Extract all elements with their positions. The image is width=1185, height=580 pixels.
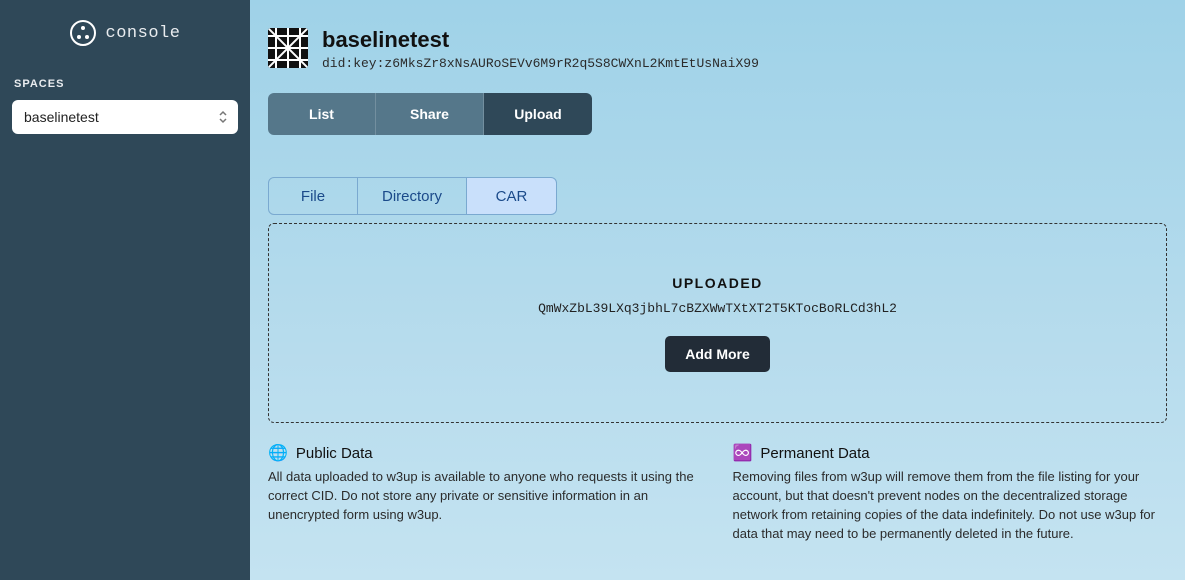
note-body: All data uploaded to w3up is available t… — [268, 468, 703, 525]
space-title: baselinetest — [322, 28, 759, 52]
sidebar-section-spaces-label: SPACES — [12, 78, 238, 90]
mode-tab-file[interactable]: File — [268, 177, 358, 215]
note-permanent-data: ♾️ Permanent Data Removing files from w3… — [733, 445, 1168, 543]
mode-tab-car[interactable]: CAR — [467, 177, 557, 215]
note-heading: 🌐 Public Data — [268, 445, 703, 462]
upload-status-label: UPLOADED — [672, 275, 763, 291]
space-did: did:key:z6MksZr8xNsAURoSEVv6M9rR2q5S8CWX… — [322, 56, 759, 71]
brand-logo-icon — [70, 20, 96, 46]
note-body: Removing files from w3up will remove the… — [733, 468, 1168, 543]
space-avatar — [268, 28, 308, 68]
mode-tab-directory[interactable]: Directory — [358, 177, 467, 215]
space-select[interactable]: baselinetest — [12, 100, 238, 134]
tab-upload[interactable]: Upload — [484, 93, 592, 135]
infinity-icon: ♾️ — [733, 446, 753, 462]
tab-share[interactable]: Share — [376, 93, 484, 135]
brand-name: console — [106, 24, 181, 43]
add-more-button[interactable]: Add More — [665, 336, 770, 372]
space-select-value: baselinetest — [24, 109, 99, 125]
note-public-data: 🌐 Public Data All data uploaded to w3up … — [268, 445, 703, 543]
sidebar: console SPACES baselinetest — [0, 0, 250, 580]
globe-icon: 🌐 — [268, 446, 288, 462]
upload-dropzone[interactable]: UPLOADED QmWxZbL39LXq3jbhL7cBZXWwTXtXT2T… — [268, 223, 1167, 423]
main-content: baselinetest did:key:z6MksZr8xNsAURoSEVv… — [250, 0, 1185, 580]
note-heading: ♾️ Permanent Data — [733, 445, 1168, 462]
brand-row: console — [12, 20, 238, 46]
upload-mode-tabs: File Directory CAR — [268, 177, 557, 215]
tab-list[interactable]: List — [268, 93, 376, 135]
uploaded-cid: QmWxZbL39LXq3jbhL7cBZXWwTXtXT2T5KTocBoRL… — [538, 301, 897, 316]
info-notes: 🌐 Public Data All data uploaded to w3up … — [268, 445, 1167, 543]
action-tabs: List Share Upload — [268, 93, 592, 135]
note-title: Permanent Data — [760, 445, 869, 462]
space-header: baselinetest did:key:z6MksZr8xNsAURoSEVv… — [268, 28, 1167, 71]
chevron-up-down-icon — [218, 110, 228, 124]
note-title: Public Data — [296, 445, 373, 462]
